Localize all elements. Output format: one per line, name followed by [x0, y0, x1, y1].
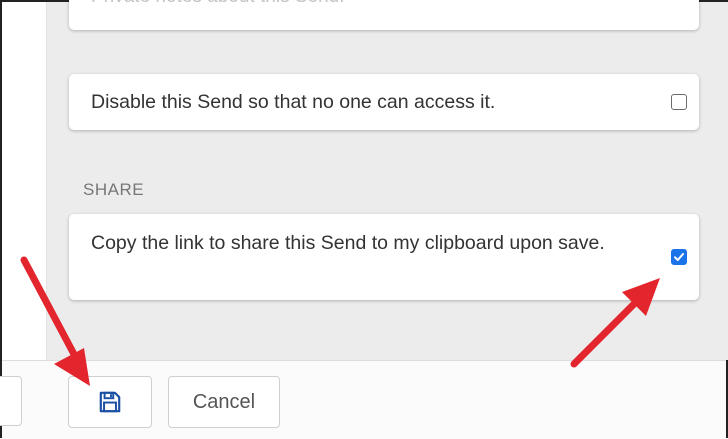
notes-placeholder: Private notes about this Send.	[91, 0, 345, 8]
checkmark-icon	[674, 253, 684, 261]
left-pane	[2, 2, 47, 360]
disable-send-label: Disable this Send so that no one can acc…	[91, 91, 496, 113]
send-options-panel: Private notes about this Send. Disable t…	[47, 0, 728, 360]
copy-link-label: Copy the link to share this Send to my c…	[91, 232, 605, 254]
footer-bar: Cancel	[0, 360, 726, 439]
notes-card[interactable]: Private notes about this Send.	[69, 0, 699, 30]
cancel-button[interactable]: Cancel	[168, 376, 280, 428]
footer-partial-button[interactable]	[0, 376, 22, 426]
disable-send-checkbox[interactable]	[671, 94, 687, 110]
copy-link-checkbox[interactable]	[671, 249, 687, 265]
share-section-heading: SHARE	[83, 180, 145, 199]
disable-send-option[interactable]: Disable this Send so that no one can acc…	[69, 74, 699, 130]
save-button[interactable]	[68, 376, 152, 428]
copy-link-option[interactable]: Copy the link to share this Send to my c…	[69, 214, 699, 300]
floppy-disk-icon	[99, 391, 121, 413]
